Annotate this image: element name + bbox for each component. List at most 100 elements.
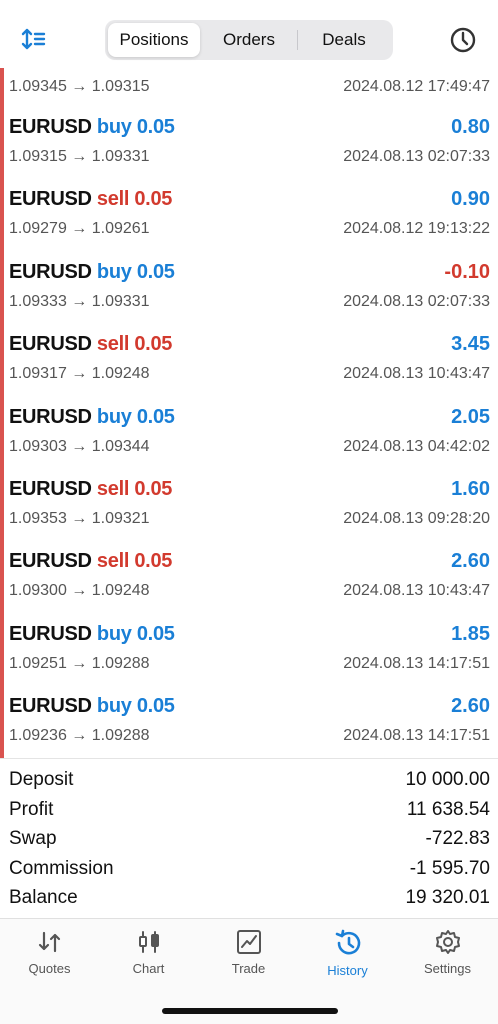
summary-label: Commission <box>9 858 114 879</box>
summary-label: Deposit <box>9 769 74 790</box>
clock-icon[interactable] <box>448 25 478 55</box>
tab-deals[interactable]: Deals <box>298 23 390 57</box>
deal-volume: 0.05 <box>136 406 175 428</box>
deal-symbol: EURUSD <box>9 623 92 645</box>
deal-volume: 0.05 <box>134 478 173 500</box>
deal-title: EURUSD buy 0.05 <box>9 406 175 429</box>
summary-value: 10 000.00 <box>405 769 490 790</box>
deal-profit: 0.80 <box>451 116 490 138</box>
deal-time: 2024.08.12 17:49:47 <box>343 78 490 95</box>
deal-time: 2024.08.13 02:07:33 <box>343 148 490 165</box>
deal-prices: 1.09315 → 1.09331 <box>9 148 150 165</box>
settings-icon <box>435 930 460 954</box>
tab-trade[interactable]: Trade <box>199 929 298 989</box>
deal-profit: 2.60 <box>451 550 490 572</box>
summary-label: Swap <box>9 828 57 849</box>
deal-profit: -0.10 <box>444 261 490 283</box>
positions-orders-deals-segmented-control: Positions Orders Deals <box>105 20 393 60</box>
deal-profit: 1.85 <box>451 623 490 645</box>
list-item[interactable]: EURUSD sell 0.05 0.90 1.09279 → 1.09261 … <box>0 178 498 250</box>
deal-profit: 3.45 <box>451 333 490 355</box>
account-summary: Deposit 10 000.00 Profit 11 638.54 Swap … <box>0 758 498 918</box>
tab-label: Trade <box>231 961 266 976</box>
list-item[interactable]: EURUSD buy 0.05 -0.10 1.09333 → 1.09331 … <box>0 251 498 323</box>
deal-profit: 2.60 <box>451 695 490 717</box>
trade-icon <box>236 930 261 954</box>
summary-row-deposit: Deposit 10 000.00 <box>0 765 498 795</box>
top-bar: Positions Orders Deals <box>0 0 498 68</box>
tab-orders[interactable]: Orders <box>202 23 296 57</box>
deal-time: 2024.08.13 02:07:33 <box>343 293 490 310</box>
deal-time: 2024.08.12 19:13:22 <box>343 220 490 237</box>
deal-symbol: EURUSD <box>9 695 92 717</box>
deal-symbol: EURUSD <box>9 261 92 283</box>
deal-title: EURUSD sell 0.05 <box>9 550 172 573</box>
deal-volume: 0.05 <box>136 116 175 138</box>
deal-side: sell <box>96 333 130 355</box>
list-item[interactable]: EURUSD sell 0.05 2.60 1.09300 → 1.09248 … <box>0 540 498 612</box>
tab-history[interactable]: History <box>298 929 397 989</box>
list-item[interactable]: 1.09345 → 1.09315 2024.08.12 17:49:47 <box>0 68 498 106</box>
summary-row-swap: Swap -722.83 <box>0 824 498 854</box>
list-item[interactable]: EURUSD sell 0.05 1.60 1.09353 → 1.09321 … <box>0 468 498 540</box>
deal-symbol: EURUSD <box>9 406 92 428</box>
deal-prices: 1.09251 → 1.09288 <box>9 655 150 672</box>
deals-list: 1.09345 → 1.09315 2024.08.12 17:49:47 EU… <box>0 68 498 758</box>
deal-time: 2024.08.13 10:43:47 <box>343 365 490 382</box>
tab-settings[interactable]: Settings <box>398 929 497 989</box>
deal-side: buy <box>96 261 132 283</box>
deal-side: buy <box>96 116 132 138</box>
tab-positions[interactable]: Positions <box>108 23 200 57</box>
list-item[interactable]: EURUSD buy 0.05 2.60 1.09236 → 1.09288 2… <box>0 685 498 757</box>
home-indicator <box>162 1008 338 1014</box>
list-item[interactable]: EURUSD buy 0.05 2.05 1.09303 → 1.09344 2… <box>0 396 498 468</box>
summary-row-commission: Commission -1 595.70 <box>0 854 498 884</box>
deal-time: 2024.08.13 04:42:02 <box>343 438 490 455</box>
deal-symbol: EURUSD <box>9 550 92 572</box>
deal-volume: 0.05 <box>136 695 175 717</box>
deal-side: sell <box>96 478 130 500</box>
deal-title: EURUSD sell 0.05 <box>9 333 172 356</box>
tab-quotes[interactable]: Quotes <box>0 929 99 989</box>
deal-symbol: EURUSD <box>9 188 92 210</box>
tab-chart[interactable]: Chart <box>99 929 198 989</box>
deal-side: sell <box>96 188 130 210</box>
deal-title: EURUSD sell 0.05 <box>9 188 172 211</box>
summary-value: 19 320.01 <box>405 887 490 908</box>
deal-volume: 0.05 <box>134 188 173 210</box>
summary-value: -1 595.70 <box>409 858 490 879</box>
tab-label: Chart <box>132 961 165 976</box>
deal-prices: 1.09303 → 1.09344 <box>9 438 150 455</box>
deal-volume: 0.05 <box>134 550 173 572</box>
deal-title: EURUSD buy 0.05 <box>9 695 175 718</box>
deal-title: EURUSD buy 0.05 <box>9 116 175 139</box>
summary-label: Profit <box>9 799 54 820</box>
deal-profit: 0.90 <box>451 188 490 210</box>
deal-symbol: EURUSD <box>9 116 92 138</box>
deal-time: 2024.08.13 14:17:51 <box>343 727 490 744</box>
deal-prices: 1.09333 → 1.09331 <box>9 293 150 310</box>
tab-label: History <box>327 963 368 978</box>
sort-icon[interactable] <box>20 26 50 54</box>
list-item[interactable]: EURUSD buy 0.05 0.80 1.09315 → 1.09331 2… <box>0 106 498 178</box>
deal-time: 2024.08.13 14:17:51 <box>343 655 490 672</box>
deal-volume: 0.05 <box>136 261 175 283</box>
summary-row-balance: Balance 19 320.01 <box>0 883 498 913</box>
deal-time: 2024.08.13 09:28:20 <box>343 510 490 527</box>
deal-title: EURUSD buy 0.05 <box>9 623 175 646</box>
deal-side: buy <box>96 695 132 717</box>
deal-time: 2024.08.13 10:43:47 <box>343 582 490 599</box>
deal-volume: 0.05 <box>134 333 173 355</box>
list-item[interactable]: EURUSD buy 0.05 1.85 1.09251 → 1.09288 2… <box>0 613 498 685</box>
tab-label: Settings <box>424 961 471 976</box>
chart-icon <box>138 931 159 953</box>
summary-label: Balance <box>9 887 78 908</box>
summary-value: -722.83 <box>425 828 490 849</box>
deal-title: EURUSD sell 0.05 <box>9 478 172 501</box>
deal-side: buy <box>96 406 132 428</box>
deal-prices: 1.09279 → 1.09261 <box>9 220 150 237</box>
deal-volume: 0.05 <box>136 623 175 645</box>
deal-prices: 1.09300 → 1.09248 <box>9 582 150 599</box>
list-item[interactable]: EURUSD sell 0.05 3.45 1.09317 → 1.09248 … <box>0 323 498 395</box>
deal-prices: 1.09345 → 1.09315 <box>9 78 150 95</box>
